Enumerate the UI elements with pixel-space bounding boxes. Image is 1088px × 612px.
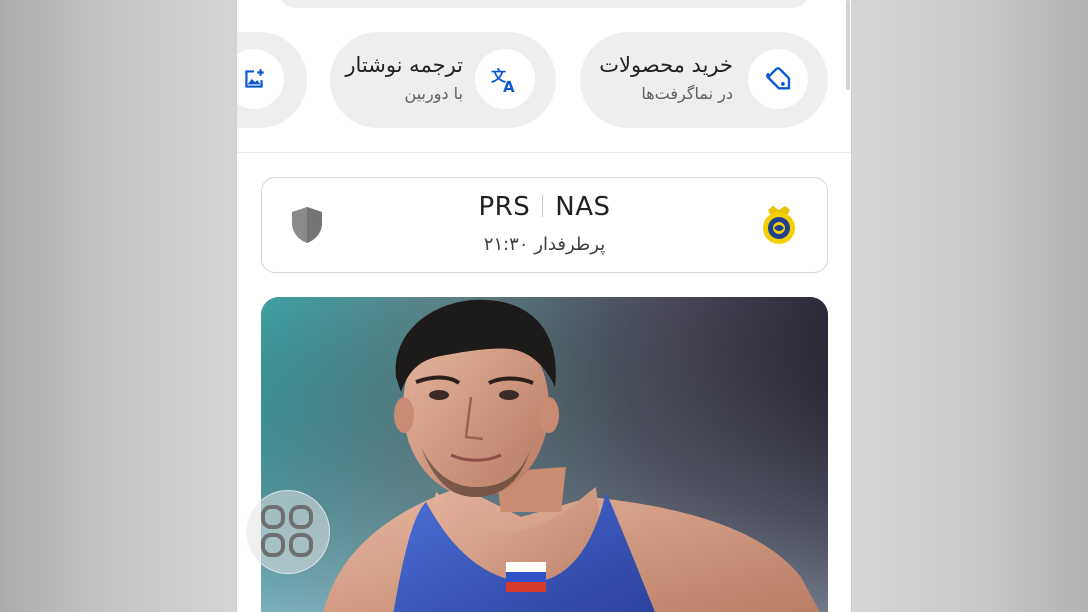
team-crest-icon: [758, 204, 800, 250]
match-status: پرطرفدار ۲۱:۳۰: [483, 234, 606, 255]
app-grid-icon: [261, 505, 313, 557]
translate-icon: 文 A: [475, 49, 535, 109]
image-chip[interactable]: [237, 32, 307, 128]
tag-icon: [748, 49, 808, 109]
translate-text-chip[interactable]: 文 A ترجمه نوشتار با دوربین: [330, 32, 556, 128]
translate-text-subtitle: با دوربین: [404, 84, 463, 103]
scrollbar[interactable]: [846, 0, 850, 90]
shop-products-title: خرید محصولات: [599, 53, 733, 77]
result-photo[interactable]: [261, 297, 828, 612]
search-bar[interactable]: [277, 0, 811, 8]
shop-products-chip[interactable]: خرید محصولات در نماگرفت‌ها: [580, 32, 828, 128]
svg-text:A: A: [503, 78, 515, 94]
match-teams: PRS NAS: [262, 192, 827, 222]
translate-text-title: ترجمه نوشتار: [345, 53, 463, 77]
app-grid-button[interactable]: [246, 490, 330, 574]
away-team: NAS: [555, 192, 611, 222]
teams-separator: [542, 195, 544, 217]
home-team: PRS: [478, 192, 531, 222]
image-add-icon: [237, 49, 284, 109]
match-card[interactable]: PRS NAS پرطرفدار ۲۱:۳۰: [261, 177, 828, 273]
section-divider: [237, 152, 851, 153]
shop-products-subtitle: در نماگرفت‌ها: [641, 84, 733, 103]
